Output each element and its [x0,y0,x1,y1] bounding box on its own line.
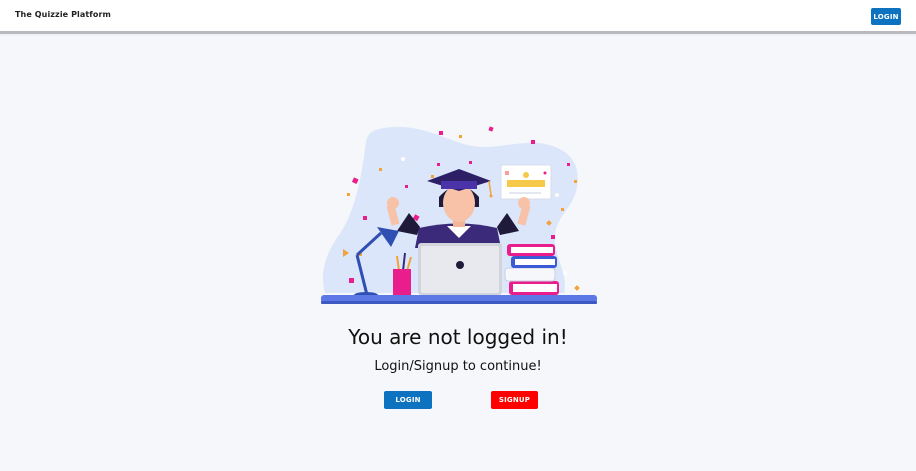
login-button[interactable]: LOGIN [384,391,432,409]
top-navbar: The Quizzie Platform LOGIN [0,0,916,34]
signup-button[interactable]: SIGNUP [491,391,538,409]
graduate-illustration [321,126,597,304]
page-title: You are not logged in! [348,325,568,349]
laptop [418,243,502,295]
navbar-login-button[interactable]: LOGIN [871,8,901,25]
page-subtitle: Login/Signup to continue! [374,359,542,374]
brand-title: The Quizzie Platform [15,10,111,19]
certificate-card [500,164,552,200]
book-stack [504,244,559,295]
